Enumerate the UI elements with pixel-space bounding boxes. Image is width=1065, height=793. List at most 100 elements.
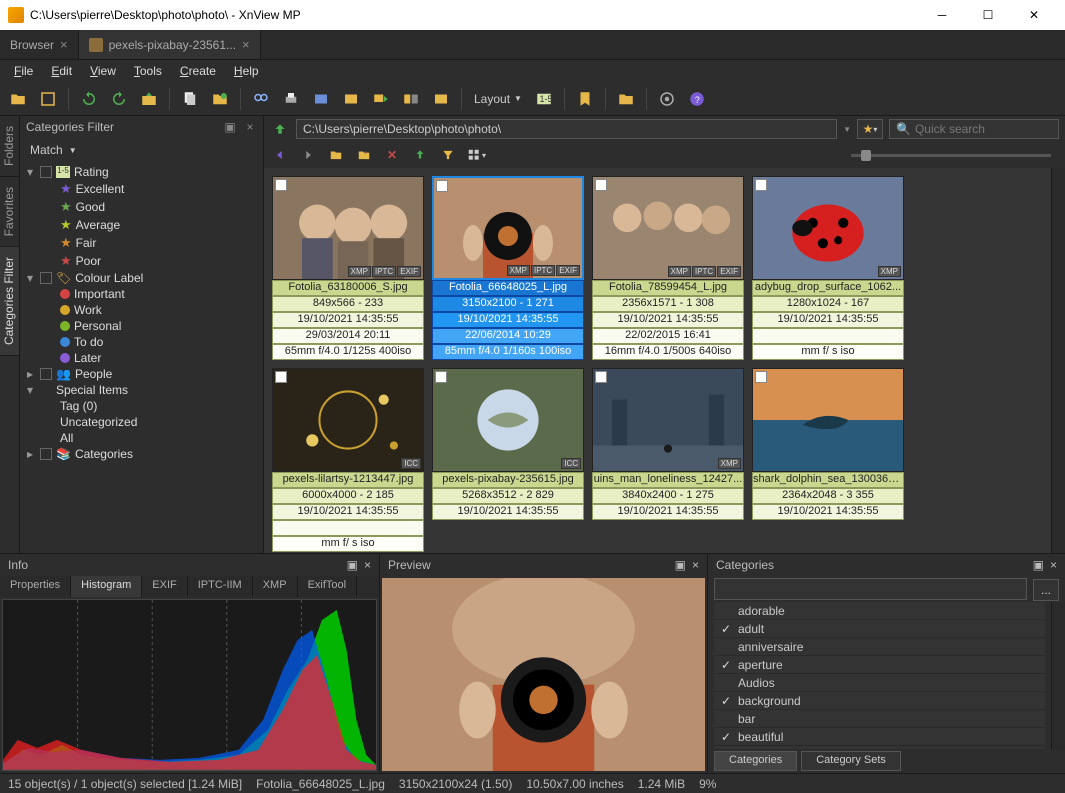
sort-button[interactable]: 1-5 [532,87,556,111]
tag-button[interactable] [614,87,638,111]
settings-button[interactable] [655,87,679,111]
tree-rating-item[interactable]: ★Poor [24,252,259,270]
thumbnail-item[interactable]: ICC pexels-lilartsy-1213447.jpg6000x4000… [272,368,424,552]
cattab-categories[interactable]: Categories [714,751,797,771]
tree-rating-item[interactable]: ★Good [24,198,259,216]
sidetab-folders[interactable]: Folders [0,116,19,177]
tree-special-item[interactable]: Uncategorized [24,414,259,430]
close-button[interactable]: ✕ [1011,0,1057,30]
search-button[interactable] [249,87,273,111]
infotab-exiftool[interactable]: ExifTool [298,576,358,598]
tab-browser[interactable]: Browser × [0,30,79,59]
slideshow-button[interactable] [429,87,453,111]
bookmark-button[interactable] [573,87,597,111]
thumbnail-item[interactable]: XMPIPTCEXIF Fotolia_66648025_L.jpg3150x2… [432,176,584,360]
category-item[interactable]: ✓background [714,692,1045,710]
thumbnail-checkbox[interactable] [436,180,448,192]
thumbnail-checkbox[interactable] [595,179,607,191]
filter-button[interactable] [438,145,458,165]
paste-button[interactable] [208,87,232,111]
category-search-input[interactable] [714,578,1027,600]
print-button[interactable] [279,87,303,111]
thumbnail-checkbox[interactable] [275,371,287,383]
address-field[interactable]: C:\Users\pierre\Desktop\photo\photo\ [296,119,837,139]
thumbnail-item[interactable]: shark_dolphin_sea_130036_...2364x2048 - … [752,368,904,552]
infotab-exif[interactable]: EXIF [142,576,187,598]
infotab-iptc-iim[interactable]: IPTC-IIM [188,576,253,598]
category-item[interactable]: Audios [714,674,1045,692]
panel-detach-icon[interactable]: ▣ [223,120,237,134]
refresh-up-button[interactable] [410,145,430,165]
panel-detach-icon[interactable]: ▣ [675,558,686,572]
help-button[interactable]: ? [685,87,709,111]
thumbnail-item[interactable]: XMP adybug_drop_surface_1062...1280x1024… [752,176,904,360]
category-item[interactable]: bar [714,710,1045,728]
view-mode-button[interactable]: ▾ [466,145,486,165]
forward-button[interactable] [298,145,318,165]
menu-create[interactable]: Create [172,62,224,80]
tree-rating-item[interactable]: ★Fair [24,234,259,252]
tree-special-item[interactable]: Tag (0) [24,398,259,414]
thumbnail-checkbox[interactable] [595,371,607,383]
tree-colour-item[interactable]: Personal [24,318,259,334]
category-item[interactable]: ✓beautiful [714,728,1045,746]
panel-close-icon[interactable]: × [243,120,257,134]
tree-people[interactable]: ▸👥People [24,366,259,382]
panel-close-icon[interactable]: × [692,558,699,572]
rotate-left-button[interactable] [77,87,101,111]
batch-button[interactable] [369,87,393,111]
menu-file[interactable]: File [6,62,41,80]
fullscreen-button[interactable] [36,87,60,111]
thumbnail-item[interactable]: XMPIPTCEXIF Fotolia_78599454_L.jpg2356x1… [592,176,744,360]
category-options-button[interactable]: ... [1033,579,1059,601]
close-icon[interactable]: × [60,37,68,52]
layout-dropdown[interactable]: Layout ▼ [470,92,526,106]
cattab-category-sets[interactable]: Category Sets [801,751,901,771]
sidetab-categories-filter[interactable]: Categories Filter [0,247,19,356]
tree-colour-item[interactable]: To do [24,334,259,350]
tree-colour-item[interactable]: Important [24,286,259,302]
scan-button[interactable] [309,87,333,111]
menu-view[interactable]: View [82,62,124,80]
rotate-right-button[interactable] [107,87,131,111]
favorite-button[interactable]: ★▾ [857,119,883,139]
convert-button[interactable] [339,87,363,111]
newfolder-button[interactable] [354,145,374,165]
minimize-button[interactable]: ─ [919,0,965,30]
scrollbar[interactable] [1051,602,1065,749]
thumbnail-item[interactable]: XMPIPTCEXIF Fotolia_63180006_S.jpg849x56… [272,176,424,360]
thumbnail-checkbox[interactable] [755,371,767,383]
panel-detach-icon[interactable]: ▣ [347,558,358,572]
tree-colour-item[interactable]: Work [24,302,259,318]
tree-categories[interactable]: ▸📚Categories [24,446,259,462]
tab-image[interactable]: pexels-pixabay-23561... × [79,30,261,59]
infotab-xmp[interactable]: XMP [253,576,298,598]
maximize-button[interactable]: ☐ [965,0,1011,30]
scrollbar[interactable] [1051,168,1065,553]
tree-colour[interactable]: ▾🏷Colour Label [24,270,259,286]
panel-close-icon[interactable]: × [364,558,371,572]
thumbnail-checkbox[interactable] [755,179,767,191]
category-item[interactable]: ✓aperture [714,656,1045,674]
export-button[interactable] [137,87,161,111]
thumbnail-item[interactable]: XMP uins_man_loneliness_12427...3840x240… [592,368,744,552]
thumbnail-checkbox[interactable] [275,179,287,191]
category-item[interactable]: adorable [714,602,1045,620]
close-icon[interactable]: × [242,37,250,52]
thumbnail-size-slider[interactable] [494,154,1059,157]
tree-special[interactable]: ▾Special Items [24,382,259,398]
panel-close-icon[interactable]: × [1050,558,1057,572]
quick-search-input[interactable]: 🔍 Quick search [889,119,1059,139]
menu-tools[interactable]: Tools [126,62,170,80]
delete-button[interactable]: ✕ [382,145,402,165]
tree-rating-item[interactable]: ★Average [24,216,259,234]
folder-button[interactable] [326,145,346,165]
tree-colour-item[interactable]: Later [24,350,259,366]
sidetab-favorites[interactable]: Favorites [0,177,19,247]
infotab-histogram[interactable]: Histogram [71,576,142,598]
tree-rating-item[interactable]: ★Excellent [24,180,259,198]
thumbnail-item[interactable]: ICC pexels-pixabay-235615.jpg5268x3512 -… [432,368,584,552]
up-button[interactable] [270,119,290,139]
copy-button[interactable] [178,87,202,111]
category-item[interactable]: anniversaire [714,638,1045,656]
